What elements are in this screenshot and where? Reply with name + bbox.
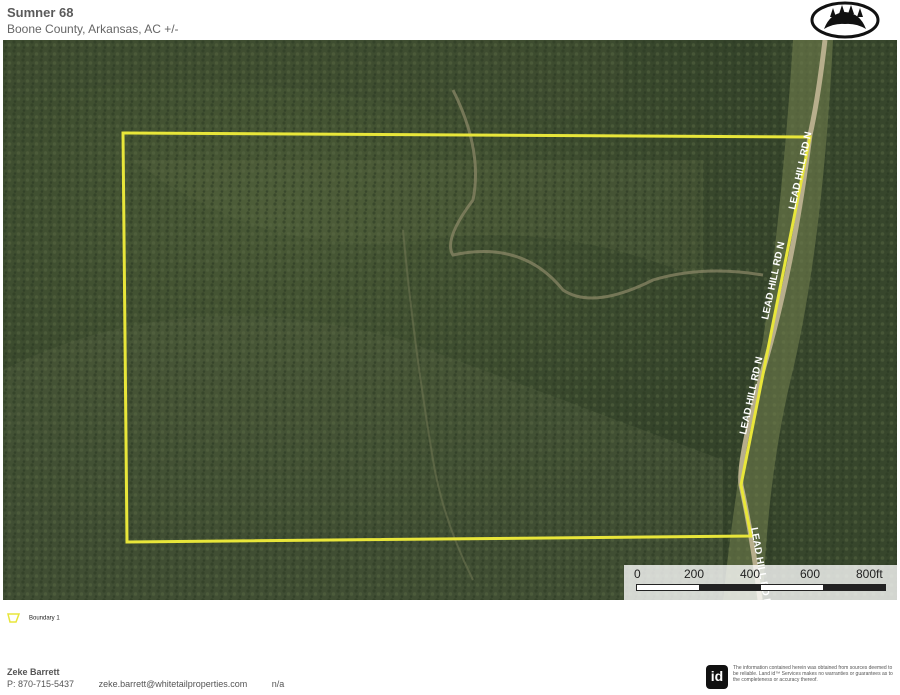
scale-label: 400 <box>740 567 761 581</box>
scale-graphic <box>636 584 886 591</box>
agent-name: Zeke Barrett <box>7 667 60 677</box>
disclaimer-text: The information contained herein was obt… <box>733 665 893 683</box>
agent-contact: P: 870-715-5437 zeke.barrett@whitetailpr… <box>7 679 306 689</box>
agent-phone[interactable]: P: 870-715-5437 <box>7 679 74 689</box>
boundary-swatch-icon <box>7 613 21 623</box>
legend-label: Boundary 1 <box>29 615 60 622</box>
page-subtitle: Boone County, Arkansas, AC +/- <box>7 22 179 36</box>
scale-bar: 0 200 400 600 800ft <box>624 565 897 600</box>
agent-email[interactable]: zeke.barrett@whitetailproperties.com <box>99 679 248 689</box>
scale-label: 200 <box>684 567 705 581</box>
bear-paw-icon <box>810 1 880 39</box>
land-id-logo: id <box>706 665 728 689</box>
scale-label: 0 <box>634 567 641 581</box>
scale-label: 600 <box>800 567 821 581</box>
agent-other: n/a <box>271 679 285 689</box>
map-legend: Boundary 1 <box>7 612 60 624</box>
scale-label: 800ft <box>856 567 883 581</box>
page-title: Sumner 68 <box>7 5 74 20</box>
satellite-map[interactable]: LEAD HILL RD N LEAD HILL RD N LEAD HILL … <box>3 40 897 600</box>
